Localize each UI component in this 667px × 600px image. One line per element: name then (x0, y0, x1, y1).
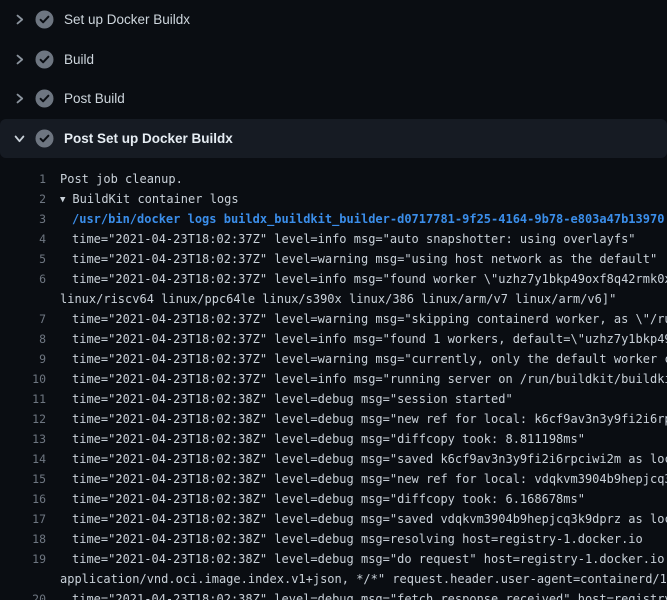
log-line: 4time="2021-04-23T18:02:37Z" level=info … (0, 229, 667, 249)
line-number[interactable]: 18 (0, 529, 46, 549)
log-text-wrapped: linux/riscv64 linux/ppc64le linux/s390x … (46, 289, 616, 309)
step-row-set-up-docker-buildx[interactable]: Set up Docker Buildx (0, 0, 667, 40)
line-number[interactable]: 8 (0, 329, 46, 349)
log-line: 8time="2021-04-23T18:02:37Z" level=info … (0, 329, 667, 349)
log-line: 17time="2021-04-23T18:02:38Z" level=debu… (0, 509, 667, 529)
log-text: time="2021-04-23T18:02:38Z" level=debug … (46, 509, 667, 529)
chevron-right-icon (12, 13, 26, 27)
chevron-down-icon (12, 131, 26, 145)
line-number[interactable]: 14 (0, 449, 46, 469)
log-line: 20time="2021-04-23T18:02:38Z" level=debu… (0, 589, 667, 600)
log-command-text: /usr/bin/docker logs buildx_buildkit_bui… (46, 209, 664, 229)
log-line: 19time="2021-04-23T18:02:38Z" level=debu… (0, 549, 667, 569)
line-number-empty (0, 569, 46, 589)
log-text: time="2021-04-23T18:02:37Z" level=warnin… (46, 309, 667, 329)
group-collapse-triangle-icon[interactable]: ▼ (60, 190, 65, 209)
log-text: time="2021-04-23T18:02:38Z" level=debug … (46, 429, 585, 449)
log-text-wrapped: application/vnd.oci.image.index.v1+json,… (46, 569, 667, 589)
log-line: 10time="2021-04-23T18:02:37Z" level=info… (0, 369, 667, 389)
log-line: 7time="2021-04-23T18:02:37Z" level=warni… (0, 309, 667, 329)
log-text: time="2021-04-23T18:02:38Z" level=debug … (46, 529, 643, 549)
log-text: time="2021-04-23T18:02:38Z" level=debug … (46, 389, 513, 409)
line-number[interactable]: 5 (0, 249, 46, 269)
log-text: time="2021-04-23T18:02:38Z" level=debug … (46, 489, 585, 509)
line-number[interactable]: 1 (0, 169, 46, 189)
log-text: time="2021-04-23T18:02:38Z" level=debug … (46, 409, 667, 429)
log-text: time="2021-04-23T18:02:37Z" level=info m… (46, 269, 667, 289)
log-line: 11time="2021-04-23T18:02:38Z" level=debu… (0, 389, 667, 409)
check-circle-icon (35, 50, 54, 69)
step-row-build[interactable]: Build (0, 40, 667, 80)
step-label: Build (64, 52, 94, 67)
step-row-post-set-up-docker-buildx[interactable]: Post Set up Docker Buildx (0, 119, 667, 159)
check-circle-icon (35, 129, 54, 148)
line-number[interactable]: 16 (0, 489, 46, 509)
step-label: Post Set up Docker Buildx (64, 131, 233, 146)
line-number[interactable]: 13 (0, 429, 46, 449)
step-label: Post Build (64, 91, 125, 106)
line-number[interactable]: 7 (0, 309, 46, 329)
log-line: 18time="2021-04-23T18:02:38Z" level=debu… (0, 529, 667, 549)
steps-list: Set up Docker Buildx Build Post Build Po… (0, 0, 667, 158)
log-line: 13time="2021-04-23T18:02:38Z" level=debu… (0, 429, 667, 449)
log-text: time="2021-04-23T18:02:37Z" level=info m… (46, 229, 636, 249)
line-number[interactable]: 11 (0, 389, 46, 409)
line-number[interactable]: 15 (0, 469, 46, 489)
log-area: 1Post job cleanup.2 ▼ BuildKit container l… (0, 158, 667, 600)
log-line: 1Post job cleanup. (0, 169, 667, 189)
log-line-wrap: linux/riscv64 linux/ppc64le linux/s390x … (0, 289, 667, 309)
line-number[interactable]: 12 (0, 409, 46, 429)
log-line: 9time="2021-04-23T18:02:37Z" level=warni… (0, 349, 667, 369)
line-number[interactable]: 9 (0, 349, 46, 369)
log-text: time="2021-04-23T18:02:37Z" level=info m… (46, 369, 667, 389)
log-line: 15time="2021-04-23T18:02:38Z" level=debu… (0, 469, 667, 489)
line-number[interactable]: 20 (0, 589, 46, 600)
log-text: time="2021-04-23T18:02:37Z" level=info m… (46, 329, 667, 349)
line-number[interactable]: 10 (0, 369, 46, 389)
step-row-post-build[interactable]: Post Build (0, 79, 667, 119)
line-number[interactable]: 19 (0, 549, 46, 569)
log-line: 16time="2021-04-23T18:02:38Z" level=debu… (0, 489, 667, 509)
log-group-label[interactable]: BuildKit container logs (72, 192, 238, 206)
log-text: time="2021-04-23T18:02:38Z" level=debug … (46, 589, 667, 600)
log-text: time="2021-04-23T18:02:38Z" level=debug … (46, 549, 667, 569)
step-label: Set up Docker Buildx (64, 12, 190, 27)
log-line: 14time="2021-04-23T18:02:38Z" level=debu… (0, 449, 667, 469)
line-number[interactable]: 2 (0, 189, 46, 209)
check-circle-icon (35, 89, 54, 108)
line-number[interactable]: 4 (0, 229, 46, 249)
log-line: 6time="2021-04-23T18:02:37Z" level=info … (0, 269, 667, 289)
log-text: time="2021-04-23T18:02:37Z" level=warnin… (46, 249, 657, 269)
line-number[interactable]: 6 (0, 269, 46, 289)
log-line: 2 ▼ BuildKit container logs (0, 189, 667, 209)
log-text: Post job cleanup. (46, 169, 183, 189)
line-number[interactable]: 3 (0, 209, 46, 229)
log-line: 5time="2021-04-23T18:02:37Z" level=warni… (0, 249, 667, 269)
chevron-right-icon (12, 52, 26, 66)
line-number-empty (0, 289, 46, 309)
log-text: time="2021-04-23T18:02:38Z" level=debug … (46, 449, 667, 469)
check-circle-icon (35, 10, 54, 29)
log-line-wrap: application/vnd.oci.image.index.v1+json,… (0, 569, 667, 589)
log-line: 3/usr/bin/docker logs buildx_buildkit_bu… (0, 209, 667, 229)
chevron-right-icon (12, 92, 26, 106)
log-line: 12time="2021-04-23T18:02:38Z" level=debu… (0, 409, 667, 429)
log-text: time="2021-04-23T18:02:38Z" level=debug … (46, 469, 667, 489)
line-number[interactable]: 17 (0, 509, 46, 529)
log-group-header[interactable]: ▼ BuildKit container logs (46, 189, 239, 209)
log-text: time="2021-04-23T18:02:37Z" level=warnin… (46, 349, 667, 369)
